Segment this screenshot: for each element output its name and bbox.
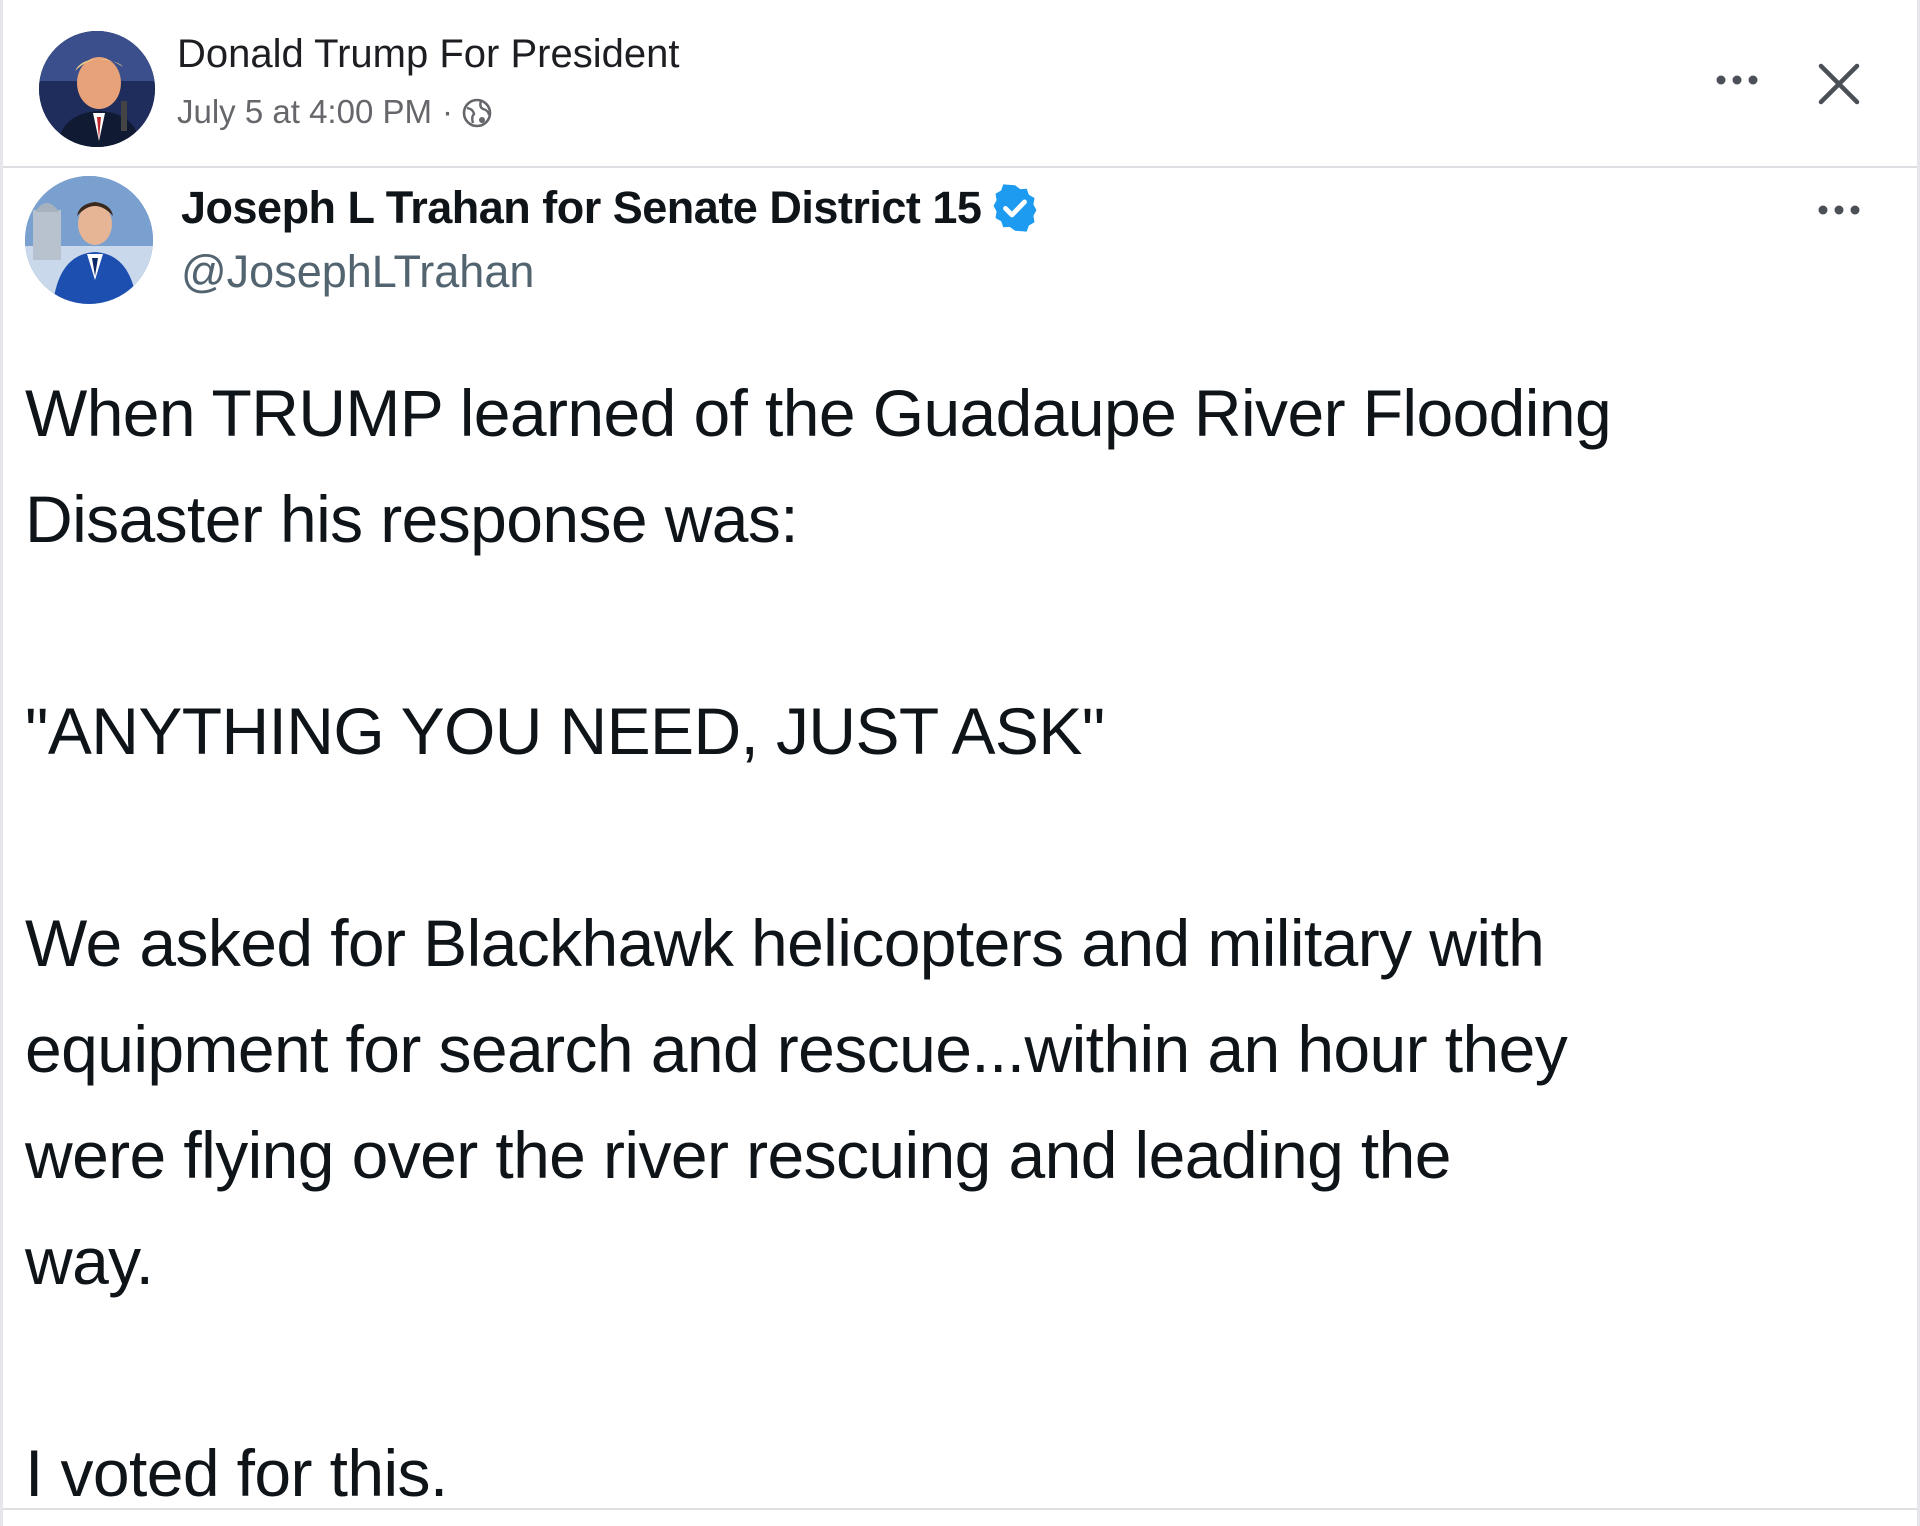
post-header: Donald Trump For President July 5 at 4:0…: [3, 0, 1917, 168]
more-dots-icon[interactable]: [1707, 60, 1767, 100]
post-author-name[interactable]: Donald Trump For President: [177, 30, 679, 78]
tweet-line: "ANYTHING YOU NEED, JUST ASK": [25, 694, 1105, 768]
globe-icon[interactable]: [461, 96, 493, 128]
tweet-line: were flying over the river rescuing and …: [25, 1118, 1451, 1192]
more-dots-icon[interactable]: [1809, 190, 1869, 230]
tweet-paragraph: When TRUMP learned of the Guadaupe River…: [25, 360, 1895, 572]
tweet-author-name[interactable]: Joseph L Trahan for Senate District 15: [181, 180, 982, 236]
tweet-line: We asked for Blackhawk helicopters and m…: [25, 906, 1545, 980]
tweet-avatar-image: [25, 176, 153, 304]
post-timestamp[interactable]: July 5 at 4:00 PM: [177, 90, 432, 134]
tweet-line: Disaster his response was:: [25, 482, 799, 556]
tweet-author-avatar[interactable]: [25, 176, 153, 304]
tweet-line: When TRUMP learned of the Guadaupe River…: [25, 376, 1612, 450]
tweet-text: When TRUMP learned of the Guadaupe River…: [25, 360, 1895, 1526]
author-avatar[interactable]: [39, 31, 155, 147]
tweet-author-row: Joseph L Trahan for Senate District 15: [181, 180, 1041, 236]
close-icon[interactable]: [1809, 54, 1869, 114]
tweet-paragraph: "ANYTHING YOU NEED, JUST ASK": [25, 678, 1895, 784]
tweet-paragraph: We asked for Blackhawk helicopters and m…: [25, 890, 1895, 1314]
meta-separator: ·: [441, 93, 453, 130]
post-meta: July 5 at 4:00 PM ·: [177, 90, 493, 134]
tweet-line: I voted for this.: [25, 1436, 448, 1510]
tweet-line: equipment for search and rescue...within…: [25, 1012, 1568, 1086]
divider: [3, 1508, 1917, 1510]
tweet-paragraph: I voted for this.: [25, 1420, 1895, 1526]
tweet-author-handle[interactable]: @JosephLTrahan: [181, 244, 534, 300]
tweet-line: way.: [25, 1224, 154, 1298]
post-viewer: Donald Trump For President July 5 at 4:0…: [0, 0, 1920, 1526]
verified-badge-icon[interactable]: [989, 182, 1041, 234]
author-avatar-image: [39, 31, 155, 147]
